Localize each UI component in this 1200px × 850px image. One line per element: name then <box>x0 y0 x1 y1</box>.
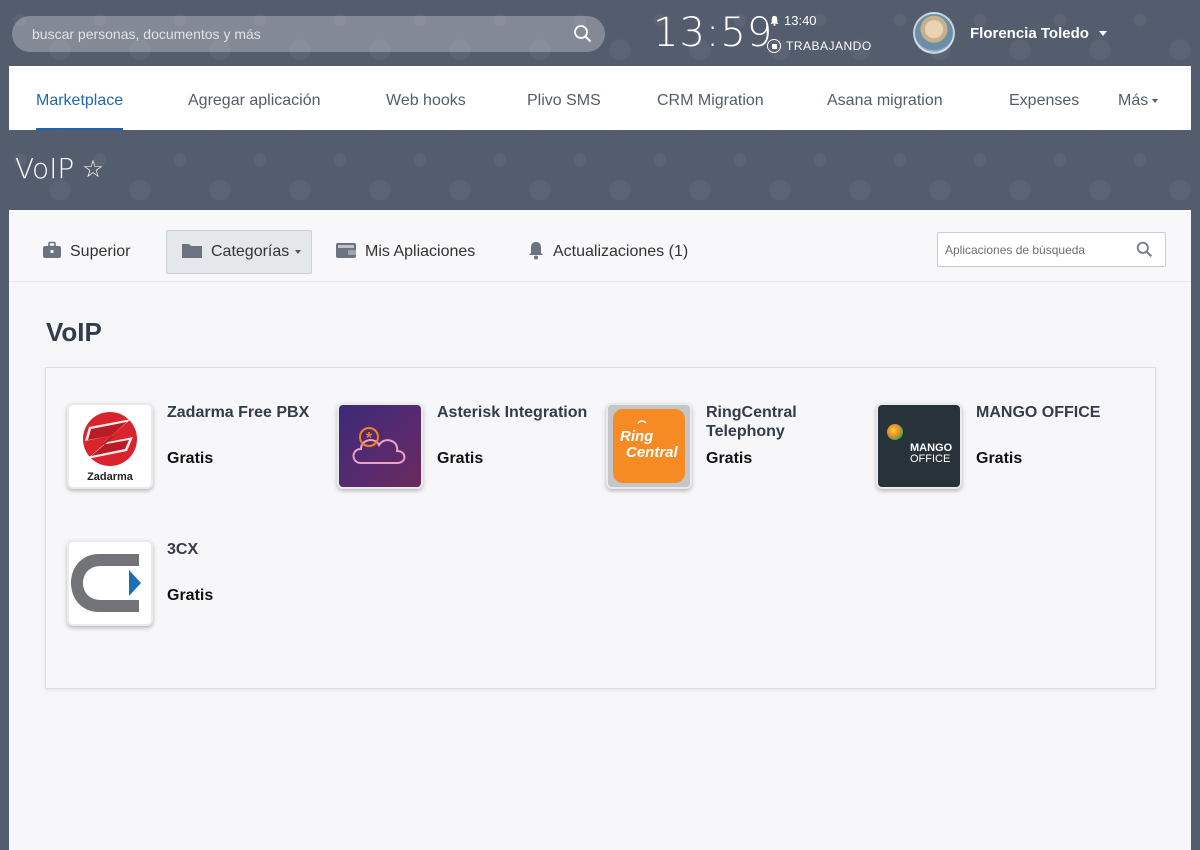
user-menu[interactable]: Florencia Toledo <box>970 25 1107 42</box>
mango-logo: MANGO OFFICE <box>876 403 962 489</box>
toolbar-superior[interactable]: Superior <box>42 232 130 272</box>
top-header: 13:59 13:40 TRABAJANDO Florencia Toledo <box>0 0 1200 66</box>
mango-logo-text-2: OFFICE <box>910 453 950 465</box>
tab-more[interactable]: Más <box>1118 66 1159 130</box>
app-name: Asterisk Integration <box>437 404 588 421</box>
chevron-down-icon <box>295 250 302 254</box>
app-price: Gratis <box>706 450 753 467</box>
clock: 13:59 <box>653 10 774 56</box>
stop-icon <box>767 39 781 53</box>
bell-icon <box>527 240 545 265</box>
section-title: VoIP <box>46 317 102 347</box>
avatar[interactable] <box>913 12 955 54</box>
app-name: 3CX <box>167 541 199 558</box>
main-panel: Superior Categorías Mis Apliaciones Actu… <box>9 210 1191 850</box>
tab-marketplace[interactable]: Marketplace <box>36 66 124 130</box>
work-status[interactable]: TRABAJANDO <box>767 39 872 53</box>
app-search[interactable] <box>937 232 1166 267</box>
3cx-logo <box>67 540 153 626</box>
toolbar-superior-label: Superior <box>70 243 131 260</box>
toolbar-actualizaciones-label: Actualizaciones (1) <box>553 243 689 260</box>
tab-expenses[interactable]: Expenses <box>1009 66 1079 130</box>
app-price: Gratis <box>976 450 1023 467</box>
chevron-down-icon <box>1152 98 1159 103</box>
tab-bar: Marketplace Agregar aplicación Web hooks… <box>9 66 1191 130</box>
tab-asana-migration[interactable]: Asana migration <box>827 66 943 130</box>
search-icon[interactable] <box>1136 241 1153 263</box>
chevron-down-icon <box>1098 31 1107 36</box>
tab-web-hooks[interactable]: Web hooks <box>386 66 466 130</box>
briefcase-icon <box>42 241 62 264</box>
folder-icon <box>181 241 203 264</box>
star-icon[interactable]: ☆ <box>82 155 104 183</box>
ringcentral-logo: Ring Central <box>606 403 692 489</box>
tab-more-label: Más <box>1118 92 1149 109</box>
page-title: VoIP ☆ <box>15 152 104 185</box>
app-price: Gratis <box>167 587 214 604</box>
toolbar-categorias[interactable]: Categorías <box>166 230 313 274</box>
app-card-ringcentral[interactable]: Ring Central RingCentral Telephony Grati… <box>606 403 866 498</box>
ringcentral-logo-text-1: Ring <box>620 428 653 445</box>
alarm-time: 13:40 <box>784 13 817 28</box>
toolbar-mis-aplicaciones[interactable]: Mis Apliaciones <box>335 232 475 272</box>
search-icon[interactable] <box>573 24 593 44</box>
toolbar-actualizaciones[interactable]: Actualizaciones (1) <box>527 232 688 272</box>
app-name: MANGO OFFICE <box>976 404 1101 421</box>
toolbar-mis-aplicaciones-label: Mis Apliaciones <box>365 243 476 260</box>
app-search-input[interactable] <box>938 233 1128 266</box>
app-name: RingCentral Telephony <box>706 404 797 440</box>
app-card-mango-office[interactable]: MANGO OFFICE MANGO OFFICE Gratis <box>876 403 1136 498</box>
app-price: Gratis <box>167 450 214 467</box>
app-card-3cx[interactable]: 3CX Gratis <box>67 540 327 635</box>
wallet-icon <box>335 241 357 264</box>
page-title-text: VoIP <box>15 152 75 185</box>
app-card-asterisk[interactable]: * Asterisk Integration Gratis <box>337 403 597 498</box>
alarm[interactable]: 13:40 <box>769 13 817 28</box>
apps-grid: Zadarma Zadarma Free PBX Gratis * Asteri… <box>45 367 1156 689</box>
tab-agregar-aplicacion[interactable]: Agregar aplicación <box>188 66 321 130</box>
toolbar-categorias-label: Categorías <box>211 243 290 260</box>
marketplace-toolbar: Superior Categorías Mis Apliaciones Actu… <box>9 210 1191 282</box>
app-name: Zadarma Free PBX <box>167 404 310 421</box>
global-search[interactable] <box>12 16 605 52</box>
zadarma-logo: Zadarma <box>67 403 153 489</box>
tab-crm-migration[interactable]: CRM Migration <box>657 66 764 130</box>
ringcentral-logo-text-2: Central <box>626 444 679 461</box>
tab-plivo-sms[interactable]: Plivo SMS <box>527 66 601 130</box>
app-price: Gratis <box>437 450 484 467</box>
app-card-zadarma[interactable]: Zadarma Zadarma Free PBX Gratis <box>67 403 327 498</box>
work-status-label: TRABAJANDO <box>786 39 872 53</box>
asterisk-logo: * <box>337 403 423 489</box>
zadarma-logo-text: Zadarma <box>87 471 134 483</box>
user-name: Florencia Toledo <box>970 25 1089 42</box>
global-search-input[interactable] <box>12 16 552 52</box>
bell-icon <box>770 15 779 26</box>
svg-text:*: * <box>366 430 373 447</box>
